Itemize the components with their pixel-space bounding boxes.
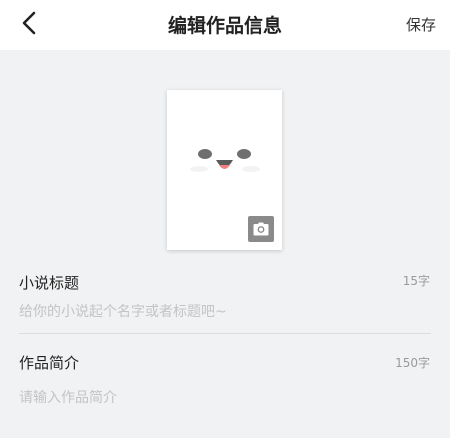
top-bar: 编辑作品信息 保存 — [0, 0, 450, 50]
cover-image-picker[interactable] — [167, 90, 282, 250]
intro-input[interactable] — [19, 387, 419, 409]
camera-icon — [253, 222, 269, 236]
intro-char-limit: 150字 — [395, 356, 430, 370]
cover-section — [0, 50, 450, 265]
intro-field-label: 作品简介 — [19, 354, 80, 372]
save-button[interactable]: 保存 — [406, 14, 436, 35]
work-info-form: 小说标题 15字 作品简介 150字 — [0, 265, 450, 438]
divider — [19, 333, 431, 334]
change-cover-button[interactable] — [248, 216, 274, 242]
title-char-limit: 15字 — [402, 274, 430, 288]
smiley-face-icon — [190, 149, 260, 172]
title-input[interactable] — [19, 301, 419, 323]
title-field-label: 小说标题 — [19, 274, 80, 292]
page-title: 编辑作品信息 — [167, 15, 282, 37]
